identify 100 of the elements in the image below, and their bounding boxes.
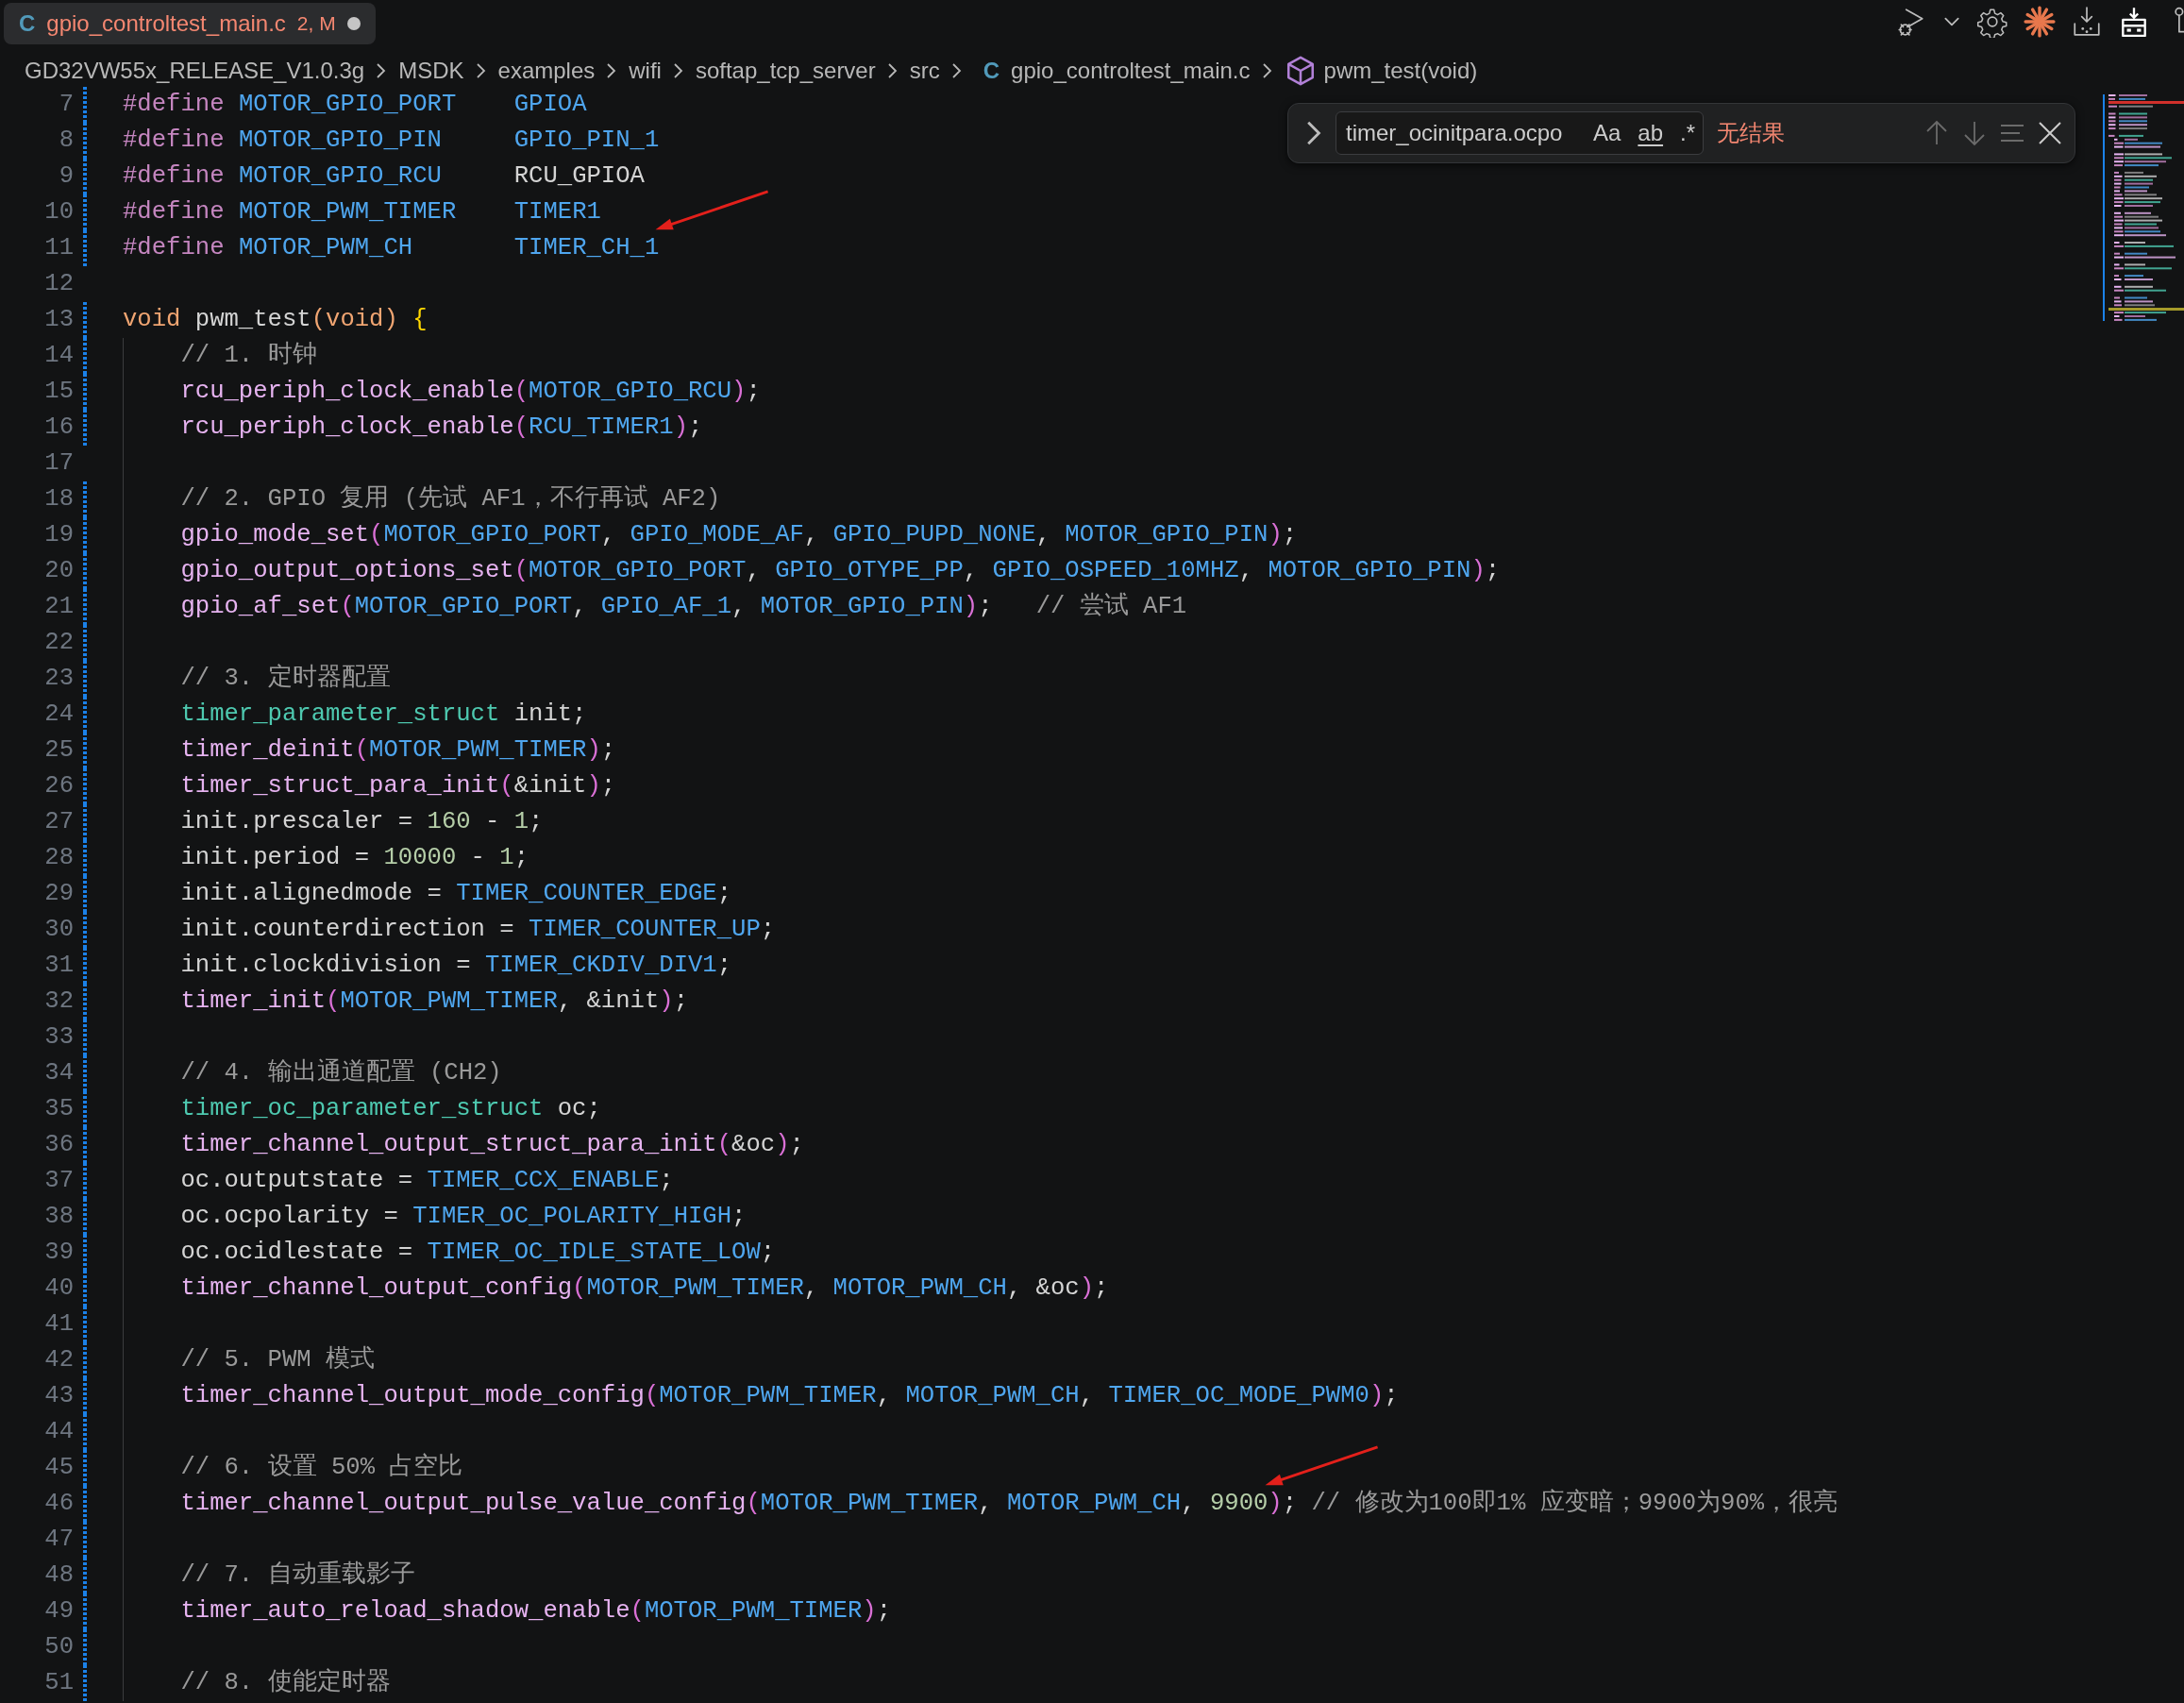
- code-line: timer_auto_reload_shadow_enable(MOTOR_PWM_TIMER);: [180, 1597, 891, 1625]
- code-line: gpio_mode_set(MOTOR_GPIO_PORT, GPIO_MODE_AF, GPIO_PUPD_NONE, MOTOR_GPIO_PIN);: [180, 521, 1298, 548]
- code-line: timer_channel_output_mode_config(MOTOR_PWM_TIMER, MOTOR_PWM_CH, TIMER_OC_MODE_PWM0);: [180, 1382, 1399, 1409]
- code-line: init.counterdirection = TIMER_COUNTER_UP;: [180, 916, 776, 943]
- code-line: // 6. 设置 50% 占空比: [180, 1454, 463, 1481]
- line-number: 47: [43, 1525, 74, 1555]
- line-number: 8: [58, 126, 74, 156]
- code-line: oc.ocidlestate = TIMER_OC_IDLE_STATE_LOW;: [180, 1239, 776, 1266]
- line-number: 30: [43, 915, 74, 945]
- line-number: 41: [43, 1309, 74, 1340]
- toggle-button[interactable]: ab: [1632, 119, 1670, 147]
- code-line: timer_deinit(MOTOR_PWM_TIMER);: [180, 736, 616, 764]
- code-line: timer_channel_output_struct_para_init(&oc);: [180, 1131, 804, 1158]
- line-number: 34: [43, 1058, 74, 1088]
- breadcrumb-item[interactable]: pwm_test(void): [1323, 54, 1478, 88]
- line-number: 40: [43, 1273, 74, 1304]
- line-number: 22: [43, 628, 74, 658]
- code-line: // 7. 自动重载影子: [180, 1561, 415, 1589]
- code-line: timer_parameter_struct init;: [180, 700, 587, 728]
- code-line: #define MOTOR_GPIO_RCU RCU_GPIOA: [123, 162, 645, 190]
- line-number: 25: [43, 735, 74, 766]
- line-number: 21: [43, 592, 74, 622]
- line-number: 49: [43, 1596, 74, 1627]
- breadcrumb-item[interactable]: MSDK: [398, 54, 464, 88]
- line-number: 44: [43, 1417, 74, 1447]
- breadcrumb-item[interactable]: src: [909, 54, 940, 88]
- code-line: // 2. GPIO 复用 (先试 AF1，不行再试 AF2): [180, 485, 721, 513]
- code-line: timer_init(MOTOR_PWM_TIMER, &init);: [180, 987, 688, 1015]
- line-number: 39: [43, 1238, 74, 1268]
- line-number: 33: [43, 1022, 74, 1053]
- breadcrumb-item[interactable]: GD32VW55x_RELEASE_V1.0.3g: [25, 54, 365, 88]
- code-line: rcu_periph_clock_enable(RCU_TIMER1);: [180, 413, 703, 441]
- line-number: 45: [43, 1453, 74, 1483]
- code-line: #define MOTOR_GPIO_PORT GPIOA: [123, 91, 587, 118]
- file-type-icon: C: [983, 54, 1000, 88]
- line-number: 14: [43, 341, 74, 371]
- code-line: timer_oc_parameter_struct oc;: [180, 1095, 601, 1122]
- line-number: 23: [43, 664, 74, 694]
- code-line: #define MOTOR_PWM_CH TIMER_CH_1: [123, 234, 660, 261]
- line-number: 13: [43, 305, 74, 335]
- code-line: gpio_af_set(MOTOR_GPIO_PORT, GPIO_AF_1, MOTOR_GPIO_PIN); // 尝试 AF1: [180, 593, 1187, 620]
- code-line: init.clockdivision = TIMER_CKDIV_DIV1;: [180, 952, 732, 979]
- code-line: // 4. 输出通道配置 (CH2): [180, 1059, 502, 1087]
- code-line: oc.ocpolarity = TIMER_OC_POLARITY_HIGH;: [180, 1203, 747, 1230]
- line-number: 11: [43, 233, 74, 263]
- code-line: #define MOTOR_GPIO_PIN GPIO_PIN_1: [123, 126, 660, 154]
- code-line: rcu_periph_clock_enable(MOTOR_GPIO_RCU);: [180, 378, 761, 405]
- line-number: 43: [43, 1381, 74, 1411]
- code-line: void pwm_test(void) {: [123, 306, 428, 333]
- find-input-field[interactable]: timer_ocinitpara.ocpo Aa ab .*: [1336, 111, 1704, 155]
- code-line: oc.outputstate = TIMER_CCX_ENABLE;: [180, 1167, 674, 1194]
- line-number: 20: [43, 556, 74, 586]
- line-number: 26: [43, 771, 74, 801]
- line-number: 35: [43, 1094, 74, 1124]
- file-type-icon: C: [19, 7, 36, 41]
- code-line: // 5. PWM 模式: [180, 1346, 375, 1374]
- code-line: #define MOTOR_PWM_TIMER TIMER1: [123, 198, 601, 226]
- line-number: 28: [43, 843, 74, 873]
- line-number: 51: [43, 1668, 74, 1698]
- code-line: timer_channel_output_config(MOTOR_PWM_TIMER, MOTOR_PWM_CH, &oc);: [180, 1274, 1109, 1302]
- line-number: 17: [43, 448, 74, 479]
- line-number: 7: [58, 90, 74, 120]
- code-line: init.prescaler = 160 - 1;: [180, 808, 544, 835]
- line-number: 36: [43, 1130, 74, 1160]
- code-line: gpio_output_options_set(MOTOR_GPIO_PORT, GPIO_OTYPE_PP, GPIO_OSPEED_10MHZ, MOTOR_GPIO_PIN);: [180, 557, 1501, 584]
- line-number: 46: [43, 1489, 74, 1519]
- line-number: 31: [43, 951, 74, 981]
- tab-label: gpio_controltest_main.c: [46, 9, 286, 38]
- asterisk-icon[interactable]: [2024, 6, 2056, 38]
- code-line: // 3. 定时器配置: [180, 665, 391, 692]
- code-line: init.period = 10000 - 1;: [180, 844, 529, 871]
- problem-count-label: 2, M: [296, 11, 336, 37]
- breadcrumb-item[interactable]: examples: [497, 54, 596, 88]
- toggle-button[interactable]: Aa: [1588, 119, 1627, 147]
- line-number: 42: [43, 1345, 74, 1375]
- editor-tab[interactable]: C gpio_controltest_main.c 2, M: [4, 3, 376, 44]
- code-line: init.alignedmode = TIMER_COUNTER_EDGE;: [180, 880, 732, 907]
- line-number: 18: [43, 484, 74, 514]
- line-number: 24: [43, 700, 74, 730]
- tray-download-icon[interactable]: [2071, 6, 2103, 38]
- toggle-button[interactable]: .*: [1674, 119, 1702, 147]
- line-number: 16: [43, 413, 74, 443]
- code-line: // 1. 时钟: [180, 342, 317, 369]
- breadcrumb-item[interactable]: gpio_controltest_main.c: [1011, 54, 1251, 88]
- line-number: 38: [43, 1202, 74, 1232]
- line-number: 50: [43, 1632, 74, 1662]
- line-number: 29: [43, 879, 74, 909]
- line-number: 27: [43, 807, 74, 837]
- line-number: 32: [43, 986, 74, 1017]
- line-number: 9: [58, 161, 74, 192]
- line-number: 12: [43, 269, 74, 299]
- line-number: 15: [43, 377, 74, 407]
- no-results-label: 无结果: [1717, 119, 1785, 147]
- line-number: 19: [43, 520, 74, 550]
- breadcrumb-item[interactable]: wifi: [629, 54, 662, 88]
- line-number: 48: [43, 1560, 74, 1591]
- breadcrumb-item[interactable]: softap_tcp_server: [695, 54, 876, 88]
- code-line: timer_struct_para_init(&init);: [180, 772, 616, 800]
- code-line: // 8. 使能定时器: [180, 1669, 391, 1696]
- code-line: timer_channel_output_pulse_value_config(MOTOR_PWM_TIMER, MOTOR_PWM_CH, 9900); // 修改为100即1% 应变暗；9900为90%，很亮: [180, 1490, 1839, 1517]
